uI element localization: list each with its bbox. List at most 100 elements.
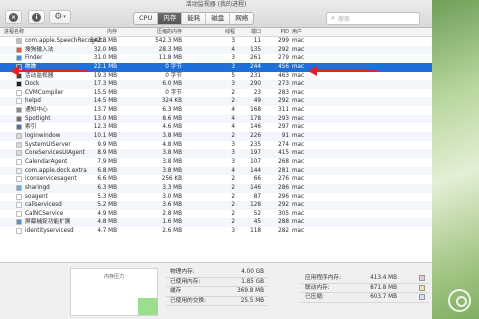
process-name: SystemUIServer <box>25 141 71 148</box>
tab-network[interactable]: 网络 <box>230 13 253 24</box>
process-memory: 19.3 MB <box>93 72 117 79</box>
process-pid: 286 <box>278 184 289 191</box>
tab-memory[interactable]: 内存 <box>158 13 183 24</box>
process-user: mac <box>292 184 305 191</box>
table-row[interactable]: Spotlight 13.0 MB 8.6 MB 4 178 293 mac <box>0 114 432 124</box>
process-ports: 11 <box>253 38 261 44</box>
process-pid: 463 <box>278 72 289 79</box>
stat-value: 413.4 MB <box>370 275 397 281</box>
process-compressed-memory: 3.8 MB <box>162 167 182 174</box>
stat-label: 缓存 <box>170 288 182 295</box>
stat-value: 1.85 GB <box>241 278 264 285</box>
table-row[interactable]: com.apple.SpeechRecognit... 542.8 MB 542.3… <box>0 37 432 46</box>
process-memory: 14.5 MB <box>93 98 117 105</box>
process-compressed-memory: 3.8 MB <box>162 133 182 140</box>
process-name: sharingd <box>25 184 50 191</box>
process-pid: 299 <box>278 38 289 44</box>
process-pid: 279 <box>278 55 289 62</box>
process-compressed-memory: 3.8 MB <box>162 158 182 165</box>
column-header-ports[interactable]: 端口 <box>251 29 261 36</box>
search-input[interactable]: ⌕ 搜索 <box>326 12 420 25</box>
table-row[interactable]: callservicesd 5.2 MB 3.6 MB 2 128 292 mac <box>0 201 432 210</box>
process-ports: 107 <box>250 158 261 165</box>
table-row[interactable]: com.apple.dock.extra 6.8 MB 3.8 MB 4 144 281 m… <box>0 166 432 176</box>
column-header-memory[interactable]: 内存 <box>107 29 117 36</box>
table-row[interactable]: 搜狗输入法 32.0 MB 28.3 MB 4 135 292 mac <box>0 45 432 55</box>
table-row[interactable]: CalendarAgent 7.9 MB 3.8 MB 3 107 268 mac <box>0 158 432 167</box>
process-ports: 178 <box>250 115 261 122</box>
stat-wired-memory: 联动内存: 871.8 MB <box>301 284 429 294</box>
table-row[interactable]: loginwindow 10.1 MB 3.8 MB 2 226 91 mac <box>0 132 432 141</box>
table-row[interactable]: CoreServicesUIAgent 8.9 MB 3.8 MB 3 197 415 ma… <box>0 149 432 158</box>
tab-bar: CPU 内存 能耗 磁盘 网络 <box>133 12 255 25</box>
stat-memory-used: 已使用内存: 1.85 GB <box>166 278 268 288</box>
process-user: mac <box>292 38 305 44</box>
stat-value: 25.5 MB <box>240 297 264 304</box>
table-row[interactable]: soagent 5.3 MB 3.0 MB 2 87 296 mac <box>0 193 432 202</box>
process-pid: 268 <box>278 158 289 165</box>
column-header-compressed[interactable]: 压缩的内存 <box>157 29 182 36</box>
process-memory: 10.1 MB <box>93 133 117 140</box>
process-pid: 281 <box>278 167 289 174</box>
process-ports: 49 <box>253 98 261 105</box>
legend-swatch <box>419 275 425 281</box>
process-ports: 66 <box>253 176 261 183</box>
process-pid: 276 <box>278 176 289 183</box>
table-row[interactable]: helpd 14.5 MB 324 KB 2 49 292 mac <box>0 97 432 107</box>
process-name: callservicesd <box>25 202 62 209</box>
table-row[interactable]: Dock 17.3 MB 6.0 MB 3 290 273 mac <box>0 80 432 89</box>
process-user: mac <box>292 98 305 105</box>
table-row[interactable]: CVMCompiler 15.5 MB 0 字节 2 23 283 mac <box>0 89 432 98</box>
memory-stats: 物理内存: 4.00 GB 已使用内存: 1.85 GB 缓存 369.8 MB… <box>166 268 268 316</box>
process-ports: 146 <box>250 124 261 131</box>
app-icon <box>16 107 22 114</box>
process-pid: 456 <box>278 63 289 70</box>
process-user: mac <box>292 89 305 96</box>
action-menu-button[interactable]: ⚙ ▾ <box>49 10 71 24</box>
table-row[interactable]: iconservicesagent 6.6 MB 256 KB 2 66 276 mac <box>0 175 432 184</box>
app-icon <box>16 133 22 140</box>
column-header-user[interactable]: 用户 <box>292 29 302 36</box>
table-row[interactable]: identityservicesd 4.7 MB 2.6 MB 3 118 282 mac <box>0 227 432 236</box>
table-row[interactable]: Finder 31.0 MB 11.8 MB 3 261 279 mac <box>0 54 432 63</box>
process-threads: 4 <box>231 115 235 122</box>
chevron-down-icon: ▾ <box>63 14 66 20</box>
table-row[interactable]: 索引 12.3 MB 4.6 MB 4 146 297 mac <box>0 123 432 132</box>
tab-energy[interactable]: 能耗 <box>182 13 207 24</box>
process-pid: 415 <box>278 150 289 157</box>
process-pid: 292 <box>278 202 289 209</box>
table-row[interactable]: 通知中心 13.7 MB 6.3 MB 4 168 311 mac <box>0 106 432 115</box>
process-pid: 305 <box>278 210 289 217</box>
process-name: 索引 <box>25 124 37 131</box>
process-pid: 293 <box>278 115 289 122</box>
table-row[interactable]: sharingd 6.3 MB 3.3 MB 2 146 286 mac <box>0 183 432 193</box>
activity-monitor-window: 活动监视器 (我的进程) × i ⚙ ▾ CPU 内存 能耗 磁盘 网络 ⌕ 搜… <box>0 0 432 319</box>
watermark-logo <box>448 289 471 312</box>
process-user: mac <box>292 133 305 140</box>
table-row[interactable]: CalNCService 4.9 MB 2.8 MB 2 52 305 mac <box>0 210 432 219</box>
inspect-process-button[interactable]: i <box>28 10 45 24</box>
process-name: identityservicesd <box>25 228 74 235</box>
stat-label: 已压缩: <box>305 294 324 301</box>
column-header-name[interactable]: 进程名称 <box>4 29 24 36</box>
column-header-pid[interactable]: PID <box>281 29 289 36</box>
tab-cpu[interactable]: CPU <box>134 13 159 24</box>
process-threads: 3 <box>231 55 235 62</box>
process-memory: 32.0 MB <box>93 46 117 53</box>
table-row[interactable]: SystemUIServer 9.9 MB 4.8 MB 3 235 274 mac <box>0 141 432 150</box>
table-row[interactable]: 屏幕捕捉功能扩展 4.8 MB 1.6 MB 2 45 288 mac <box>0 218 432 228</box>
gear-icon: ⚙ <box>54 12 63 22</box>
process-threads: 2 <box>231 98 235 105</box>
stat-value: 871.8 MB <box>370 284 397 291</box>
process-name: CoreServicesUIAgent <box>25 150 85 157</box>
stat-value: 369.8 MB <box>237 288 264 295</box>
column-header-threads[interactable]: 线程 <box>225 29 235 36</box>
process-user: mac <box>292 150 305 157</box>
tab-disk[interactable]: 磁盘 <box>206 13 231 24</box>
app-icon <box>16 193 22 200</box>
stat-swap-used: 已使用的交换: 25.5 MB <box>166 297 268 307</box>
stop-process-button[interactable]: × <box>5 10 22 24</box>
process-user: mac <box>292 81 305 88</box>
annotation-arrowhead-right <box>308 66 317 76</box>
table-row[interactable]: 活动监视器 19.3 MB 0 字节 5 231 463 mac <box>0 72 432 81</box>
